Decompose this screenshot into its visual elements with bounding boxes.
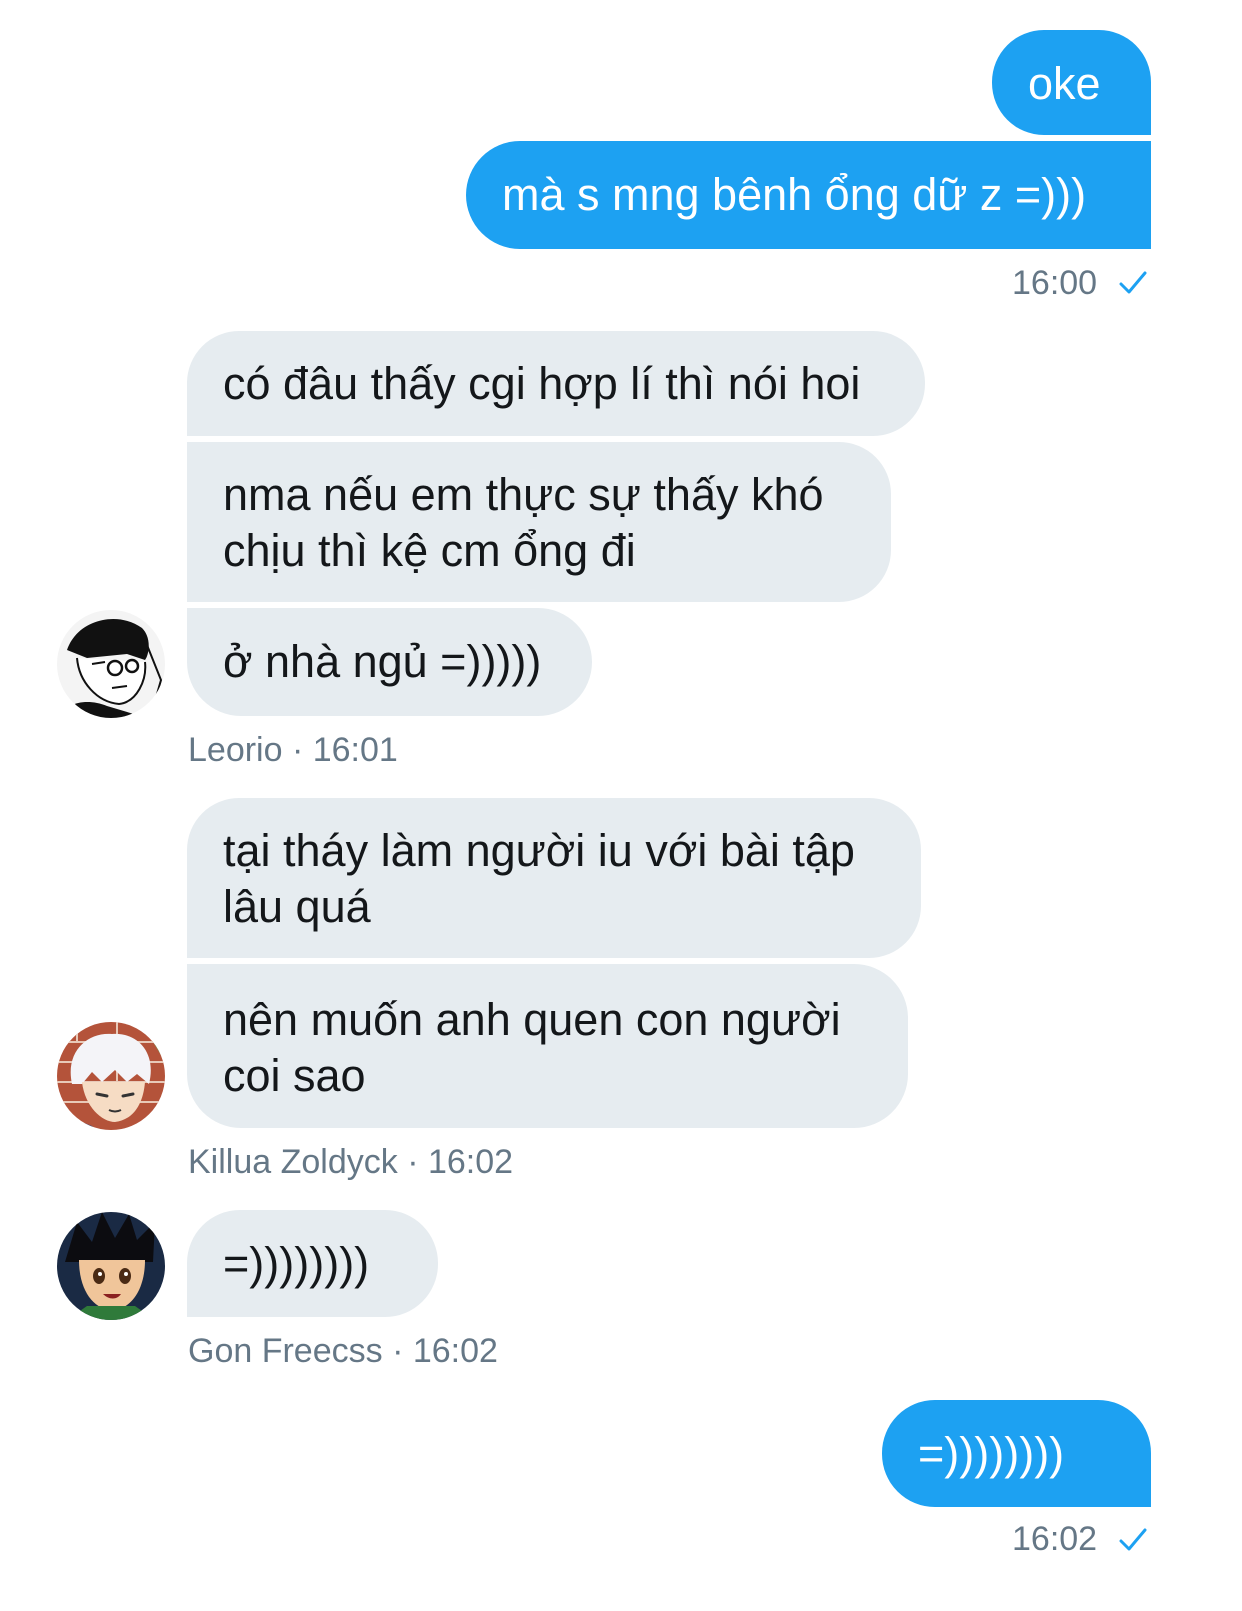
sender-name: Gon Freecss (188, 1332, 383, 1370)
check-icon (1119, 271, 1147, 294)
sender-name: Killua Zoldyck (188, 1143, 398, 1181)
message-timestamp: 16:00 (1012, 264, 1098, 302)
message-bubble-incoming[interactable]: có đâu thấy cgi hợp lí thì nói hoi (187, 331, 925, 436)
meta-separator: · (282, 731, 313, 769)
meta-separator: · (397, 1143, 428, 1181)
leorio-avatar[interactable] (57, 610, 165, 718)
meta-separator: · (382, 1332, 413, 1370)
message-sender-meta: Killua Zoldyck · 16:02 (188, 1143, 513, 1182)
message-bubble-incoming[interactable]: nên muốn anh quen con người coi sao (187, 964, 908, 1128)
message-bubble-outgoing[interactable]: =)))))))) (882, 1400, 1151, 1507)
message-sender-meta: Leorio · 16:01 (188, 731, 398, 770)
message-bubble-incoming[interactable]: ở nhà ngủ =))))) (187, 608, 592, 716)
message-sender-meta: Gon Freecss · 16:02 (188, 1332, 498, 1371)
message-bubble-outgoing[interactable]: mà s mng bênh ổng dữ z =))) (466, 141, 1151, 249)
message-timestamp: 16:01 (312, 731, 398, 769)
message-timestamp: 16:02 (1012, 1520, 1098, 1558)
message-bubble-incoming[interactable]: nma nếu em thực sự thấy khó chịu thì kệ … (187, 442, 891, 602)
message-bubble-incoming[interactable]: tại tháy làm người iu với bài tập lâu qu… (187, 798, 921, 958)
message-bubble-incoming[interactable]: =)))))))) (187, 1210, 438, 1317)
message-bubble-outgoing[interactable]: oke (992, 30, 1151, 135)
message-timestamp: 16:02 (412, 1332, 498, 1370)
gon-avatar[interactable] (57, 1212, 165, 1320)
check-icon (1119, 1528, 1147, 1551)
message-timestamp: 16:02 (427, 1143, 514, 1181)
sender-name: Leorio (188, 731, 283, 769)
killua-avatar[interactable] (57, 1022, 165, 1130)
